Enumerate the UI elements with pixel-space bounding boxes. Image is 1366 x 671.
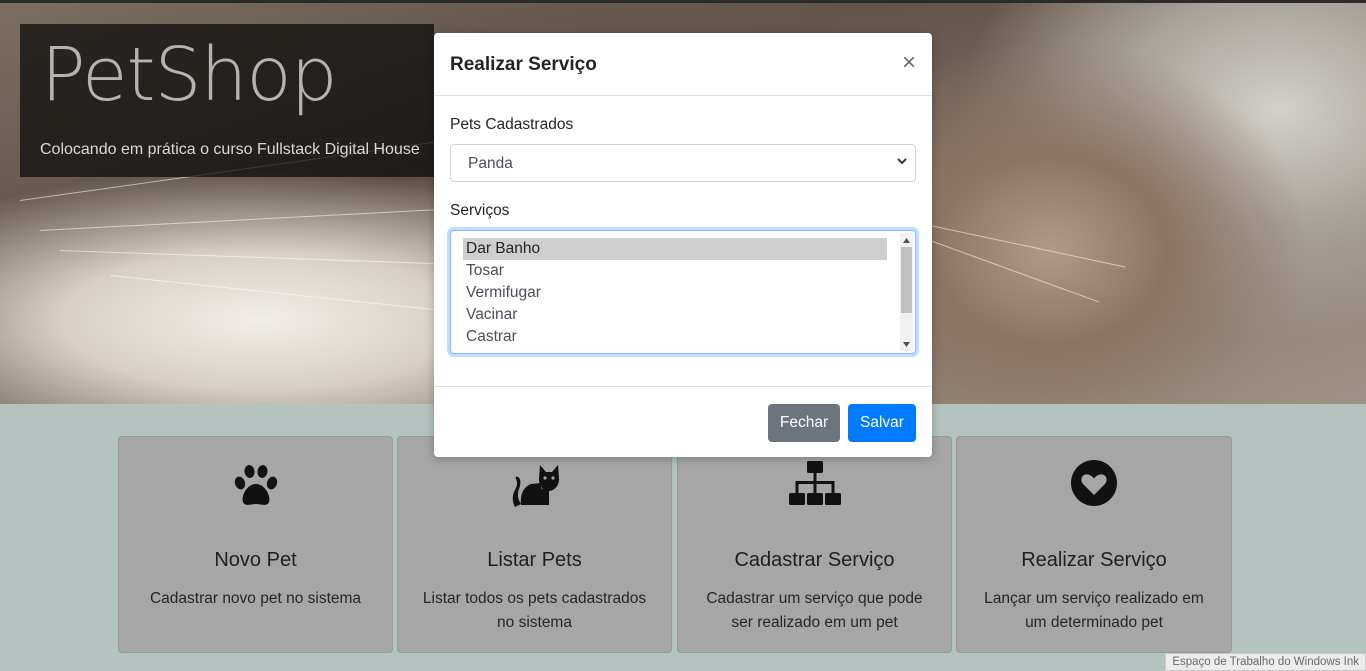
realizar-servico-modal: Realizar Serviço × Pets Cadastrados Pand… xyxy=(434,33,932,457)
services-label: Serviços xyxy=(450,202,510,219)
scroll-down-arrow-icon[interactable] xyxy=(900,337,913,351)
scroll-up-arrow-icon[interactable] xyxy=(900,233,913,247)
service-option[interactable]: Vacinar xyxy=(463,304,887,326)
pets-select[interactable]: Panda xyxy=(450,144,916,182)
pets-label: Pets Cadastrados xyxy=(450,116,574,133)
service-option[interactable]: Castrar xyxy=(463,326,887,348)
service-option[interactable]: Tosar xyxy=(463,260,887,282)
service-option[interactable]: Dar Banho xyxy=(463,238,887,260)
close-button[interactable]: Fechar xyxy=(768,404,840,442)
service-option[interactable] xyxy=(463,348,887,353)
close-icon[interactable]: × xyxy=(902,51,916,75)
listbox-scrollbar[interactable] xyxy=(900,233,913,351)
service-option[interactable]: Vermifugar xyxy=(463,282,887,304)
pets-select-value: Panda xyxy=(468,155,513,172)
modal-header: Realizar Serviço × xyxy=(434,33,932,96)
services-options: Dar Banho Tosar Vermifugar Vacinar Castrar xyxy=(463,238,887,353)
chevron-down-icon xyxy=(897,158,907,165)
modal-title: Realizar Serviço xyxy=(450,54,597,75)
services-listbox[interactable]: Dar Banho Tosar Vermifugar Vacinar Castrar xyxy=(450,230,916,354)
save-button[interactable]: Salvar xyxy=(848,404,916,442)
modal-footer: Fechar Salvar xyxy=(434,386,932,457)
scroll-thumb[interactable] xyxy=(901,247,912,313)
